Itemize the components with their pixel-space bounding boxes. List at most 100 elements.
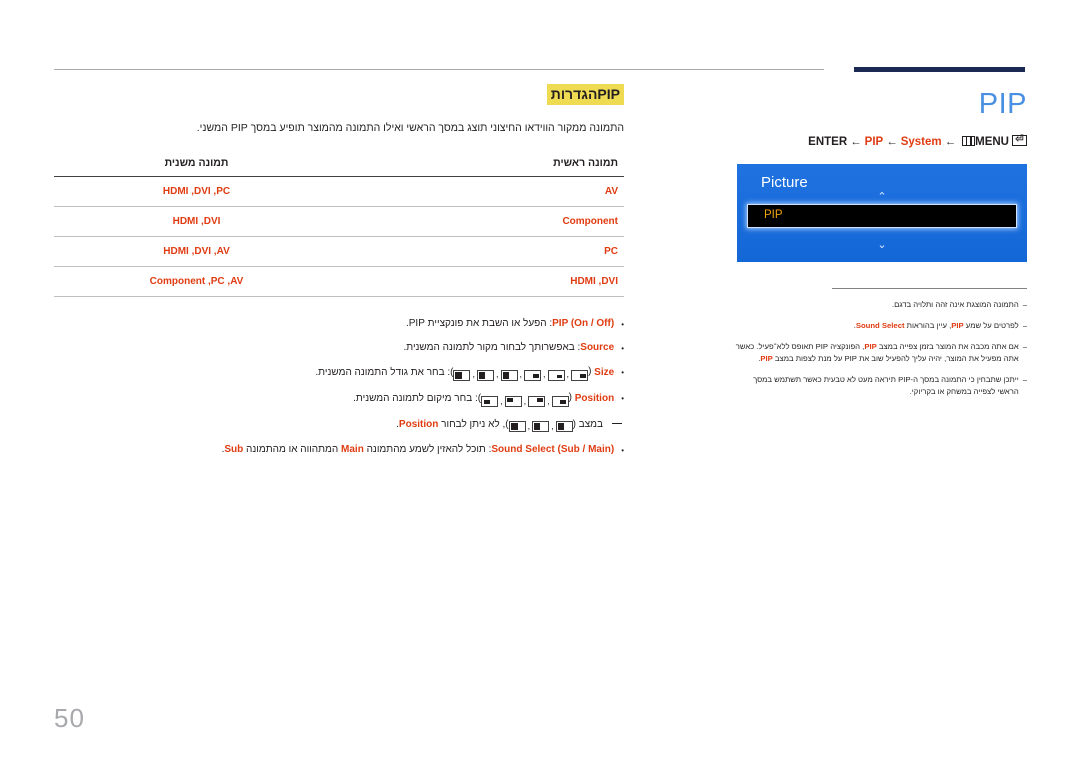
osd-heading: Picture [761, 174, 808, 191]
note-dash-mark [612, 422, 622, 424]
option-value-sub: Sub [224, 444, 244, 456]
menu-path-enter: ENTER [808, 136, 848, 148]
option-description: ): בחר מיקום לתמונה המשנית. [353, 393, 482, 405]
list-item-position-note: במצב (,,), לא ניתן לבחור Position. [54, 418, 624, 436]
split-glyph-even-icon [532, 421, 550, 433]
note-part: במצב ( [572, 418, 603, 430]
section-heading: PIPהגדרות [546, 84, 624, 105]
list-item-position: • Position (,,,): בחר מיקום לתמונה המשני… [54, 391, 624, 409]
size-glyph-split-left-icon [453, 369, 471, 381]
size-glyph-pip-large-icon [524, 369, 542, 381]
note-item: – התמונה המוצגת אינה זהה ותלויה בדגם. [735, 299, 1027, 311]
table-row: PC HDMI ,DVI ,AV [54, 236, 624, 267]
option-description: : הפעל או השבת את פונקציית PIP. [405, 317, 553, 329]
option-description: : תוכל להאזין לשמע מהתמונה [363, 444, 492, 456]
option-label: Position [398, 418, 439, 430]
main-content: PIPהגדרות התמונה ממקור הווידאו החיצוני ת… [54, 84, 624, 467]
bullet-marker: • [621, 446, 624, 456]
table-head: תמונה ראשית תמונה משנית [54, 153, 624, 177]
note-emphasis: PIP [864, 341, 877, 351]
menu-path-menu: MENU [975, 136, 1009, 148]
option-label: Position [574, 393, 615, 405]
option-description: המתהווה או מהתמונה [243, 444, 342, 456]
option-label: Source [580, 341, 615, 353]
list-item-size: • Size (,,,,,): בחר את גודל התמונה המשני… [54, 365, 624, 383]
note-part: אם אתה מכבה את המוצר בזמן צפייה במצב [876, 341, 1019, 351]
cell-main-picture: AV [339, 176, 624, 207]
note-part: , עיין בהוראות [904, 320, 952, 330]
table-header-row: תמונה ראשית תמונה משנית [54, 153, 624, 177]
chevron-down-icon: ⌄ [877, 239, 887, 251]
note-text: התמונה המוצגת אינה זהה ותלויה בדגם. [892, 300, 1019, 309]
size-glyph-split-even-icon [477, 369, 494, 381]
osd-selected-row: PIP [747, 204, 1017, 228]
table-row: HDMI ,DVI Component ,PC ,AV [54, 266, 624, 297]
menu-path-system: System [900, 136, 942, 148]
bullet-marker: • [621, 343, 624, 353]
option-description: ): בחר את גודל התמונה המשנית. [315, 366, 454, 378]
option-value-main: Main [341, 444, 364, 456]
osd-item-pip: PIP [764, 209, 783, 221]
list-item-sound-select: • Sound Select (Sub / Main): תוכל להאזין… [54, 443, 624, 459]
cell-sub-picture: HDMI ,DVI ,PC [54, 176, 339, 207]
option-label: Size [594, 366, 615, 378]
note-text: ייתכן שתבחין כי התמונה במסך ה-PIP תיראה … [753, 374, 1019, 396]
table-row: Component HDMI ,DVI [54, 206, 624, 237]
bullet-marker: • [621, 394, 624, 404]
menu-path-arrow-1: ← [850, 136, 862, 148]
section-heading-text: PIPהגדרות [546, 84, 624, 105]
menu-key-icon [962, 136, 976, 146]
table-body: AV HDMI ,DVI ,PC Component HDMI ,DVI PC … [54, 176, 624, 297]
settings-bullet-list: • PIP (On / Off): הפעל או השבת את פונקצי… [54, 317, 624, 459]
split-glyph-wide-icon [555, 421, 573, 433]
note-part: ), לא ניתן לבחור [438, 418, 509, 430]
menu-path-arrow-2: ← [886, 136, 898, 148]
note-item: – אם אתה מכבה את המוצר בזמן צפייה במצב P… [735, 341, 1027, 365]
position-option-glyphs: ,,, [481, 395, 569, 410]
option-label: Sound Select (Sub / Main) [491, 444, 615, 456]
column-header-sub-picture: תמונה משנית [164, 156, 229, 169]
osd-screenshot: Picture ⌃ PIP ⌄ [737, 164, 1027, 262]
enter-key-icon: ⏎ [1012, 134, 1027, 146]
cell-sub-picture: HDMI ,DVI ,AV [54, 236, 339, 267]
size-option-glyphs: ,,,,, [453, 368, 589, 383]
cell-main-picture: PC [339, 236, 624, 267]
note-dash: – [1022, 374, 1027, 384]
page-title: PIP [978, 88, 1027, 120]
menu-path-arrow-3: ← [944, 136, 957, 148]
note-text: לפרטים על שמע PIP, עיין בהוראות Sound Se… [735, 320, 1019, 332]
size-glyph-split-wide-icon [500, 369, 518, 381]
note-emphasis: PIP [951, 320, 964, 330]
position-glyph-bottom-left-icon [481, 395, 499, 407]
list-item-pip-on-off: • PIP (On / Off): הפעל או השבת את פונקצי… [54, 317, 624, 333]
note-item: – ייתכן שתבחין כי התמונה במסך ה-PIP תירא… [735, 374, 1027, 398]
option-description: : באפשרותך לבחור מקור לתמונה המשנית. [403, 341, 581, 353]
note-item: – לפרטים על שמע PIP, עיין בהוראות Sound … [735, 320, 1027, 332]
source-compatibility-table: תמונה ראשית תמונה משנית AV HDMI ,DVI ,PC… [54, 153, 624, 297]
split-mode-glyphs: ,, [508, 420, 573, 435]
intro-paragraph: התמונה ממקור הווידאו החיצוני תוצג במסך ה… [196, 122, 624, 134]
chevron-up-icon: ⌃ [877, 191, 887, 203]
menu-path: ⏎ ENTER ← PIP ← System ← MENU [735, 134, 1027, 148]
position-glyph-top-left-icon [504, 395, 522, 407]
table-row: AV HDMI ,DVI ,PC [54, 176, 624, 207]
size-glyph-pip-small-icon [571, 369, 589, 381]
option-label: PIP (On / Off) [552, 317, 615, 329]
menu-path-pip: PIP [864, 136, 884, 148]
split-glyph-left-icon [508, 421, 526, 433]
cell-main-picture: Component [339, 206, 624, 237]
note-dash: – [1022, 320, 1027, 330]
list-item-text: במצב (,,), לא ניתן לבחור Position. [54, 418, 603, 436]
enter-glyph: ⏎ [1015, 134, 1024, 145]
note-dash: – [1022, 341, 1027, 351]
note-text: אם אתה מכבה את המוצר בזמן צפייה במצב PIP… [735, 341, 1019, 365]
header-rule-right [854, 67, 1025, 72]
manual-page: PIP ⏎ ENTER ← PIP ← System ← MENU Picture ⌃ PIP… [0, 0, 1080, 763]
list-item-source: • Source: באפשרותך לבחור מקור לתמונה המש… [54, 341, 624, 357]
bullet-marker [603, 418, 624, 434]
bullet-marker: • [621, 367, 624, 377]
list-item-text: Source: באפשרותך לבחור מקור לתמונה המשני… [54, 341, 614, 356]
page-number: 50 [54, 703, 85, 733]
position-glyph-bottom-right-icon [551, 395, 569, 407]
cell-sub-picture: Component ,PC ,AV [54, 266, 339, 297]
